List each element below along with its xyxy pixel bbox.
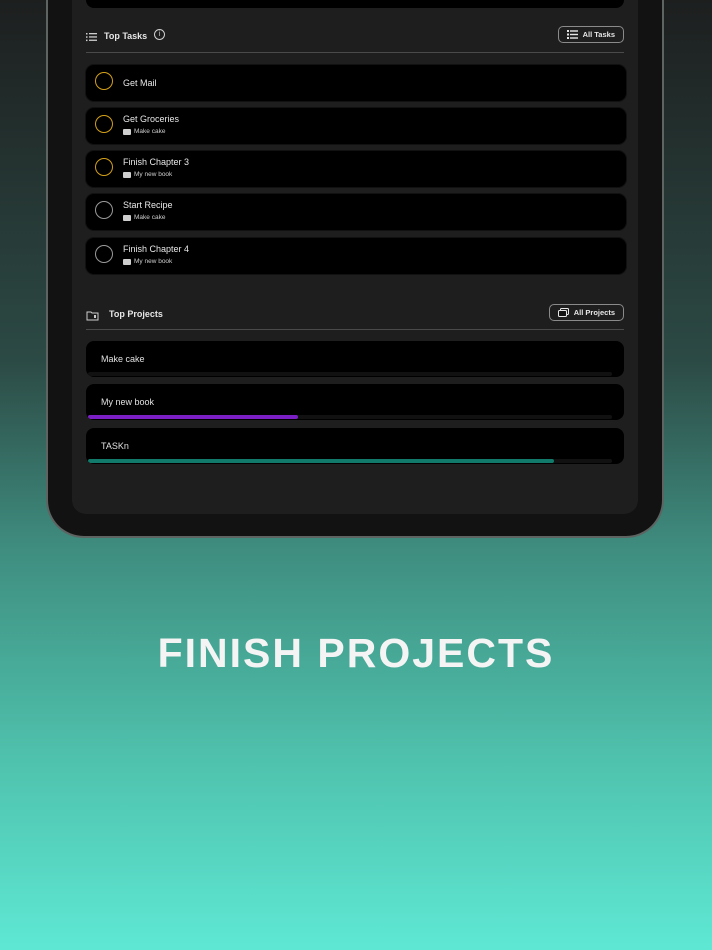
- folder-icon: [123, 128, 131, 135]
- task-name: Get Mail: [123, 78, 157, 88]
- task-checkbox[interactable]: [95, 72, 113, 90]
- project-progress-track: [88, 459, 612, 463]
- list-icon: [86, 30, 98, 42]
- task-checkbox[interactable]: [95, 201, 113, 219]
- project-name: Make cake: [101, 354, 145, 364]
- all-projects-label: All Projects: [573, 308, 615, 317]
- task-project: Make cake: [123, 128, 165, 135]
- task-item[interactable]: Get Groceries Make cake: [86, 108, 626, 144]
- folder-icon: [123, 258, 131, 265]
- info-icon[interactable]: i: [154, 29, 165, 40]
- task-name: Finish Chapter 3: [123, 157, 190, 167]
- task-project-name: Make cake: [134, 128, 166, 135]
- task-name: Start Recipe: [123, 200, 173, 210]
- project-item[interactable]: TASKn: [86, 428, 624, 464]
- top-card-edge: [86, 0, 624, 8]
- task-item[interactable]: Get Mail: [86, 65, 626, 101]
- project-item[interactable]: Make cake: [86, 341, 624, 377]
- project-progress-track: [88, 372, 612, 376]
- task-checkbox[interactable]: [95, 245, 113, 263]
- folder-icon: [123, 214, 131, 221]
- top-projects-divider: [86, 329, 624, 330]
- project-item[interactable]: My new book: [86, 384, 624, 420]
- app-screen: Top Tasks i All Tasks Get Mail Get Groce…: [72, 0, 638, 514]
- all-tasks-label: All Tasks: [582, 30, 615, 39]
- list-icon: [566, 30, 578, 39]
- tablet-frame: Top Tasks i All Tasks Get Mail Get Groce…: [46, 0, 664, 538]
- task-item[interactable]: Finish Chapter 3 My new book: [86, 151, 626, 187]
- task-checkbox[interactable]: [95, 158, 113, 176]
- top-tasks-header: Top Tasks i All Tasks: [86, 26, 624, 50]
- top-projects-header: Top Projects All Projects: [86, 304, 624, 328]
- top-tasks-title: Top Tasks: [104, 31, 148, 41]
- task-project-name: My new book: [134, 258, 173, 265]
- project-progress-track: [88, 415, 612, 419]
- task-project: My new book: [123, 171, 172, 178]
- task-project: My new book: [123, 258, 172, 265]
- task-checkbox[interactable]: [95, 115, 113, 133]
- project-progress-fill: [88, 459, 555, 463]
- task-item[interactable]: Finish Chapter 4 My new book: [86, 238, 626, 274]
- project-name: TASKn: [101, 441, 129, 451]
- top-tasks-divider: [86, 52, 624, 53]
- task-name: Get Groceries: [123, 114, 180, 124]
- project-progress-fill: [88, 415, 298, 419]
- task-project-name: My new book: [134, 171, 173, 178]
- task-project: Make cake: [123, 214, 165, 221]
- marketing-caption: FINISH PROJECTS: [157, 630, 555, 676]
- projects-icon: [557, 308, 569, 317]
- top-projects-title: Top Projects: [109, 309, 163, 319]
- task-item[interactable]: Start Recipe Make cake: [86, 194, 626, 230]
- folder-icon: [86, 308, 99, 321]
- all-projects-button[interactable]: All Projects: [548, 304, 624, 321]
- folder-icon: [123, 171, 131, 178]
- task-name: Finish Chapter 4: [123, 244, 190, 254]
- task-project-name: Make cake: [134, 214, 166, 221]
- all-tasks-button[interactable]: All Tasks: [557, 26, 624, 43]
- project-name: My new book: [101, 397, 155, 407]
